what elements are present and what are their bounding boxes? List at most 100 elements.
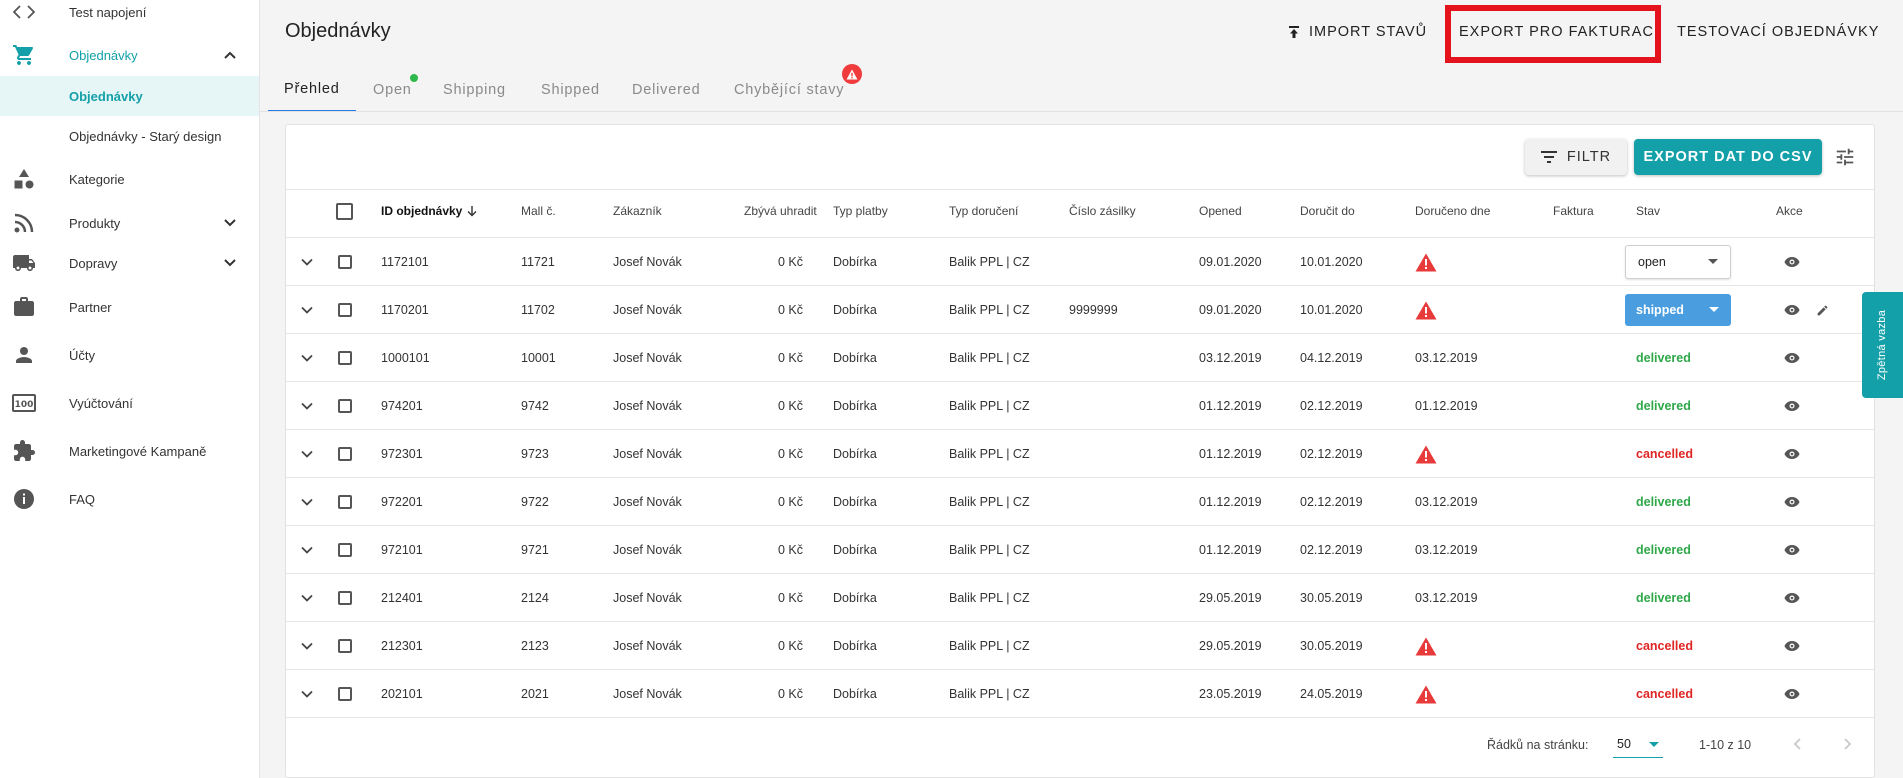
expand-chevron-icon[interactable] xyxy=(300,526,314,574)
col-header-remaining[interactable]: Zbývá uhradit xyxy=(744,204,817,218)
sidebar-item-campaigns[interactable]: Marketingové Kampaně xyxy=(0,431,259,471)
row-checkbox[interactable] xyxy=(338,255,352,269)
tab-missing-states[interactable]: Chybějící stavy xyxy=(718,68,860,112)
rows-per-page-select[interactable]: 50 xyxy=(1613,730,1663,758)
state-select[interactable]: shipped xyxy=(1625,294,1731,326)
expand-chevron-icon[interactable] xyxy=(300,238,314,286)
delivery-type: Balik PPL | CZ xyxy=(949,303,1030,317)
expand-chevron-icon[interactable] xyxy=(300,286,314,334)
payment-type: Dobírka xyxy=(833,495,877,509)
col-header-order-id[interactable]: ID objednávky xyxy=(381,204,478,218)
row-checkbox[interactable] xyxy=(338,351,352,365)
row-checkbox[interactable] xyxy=(338,591,352,605)
view-eye-icon[interactable] xyxy=(1784,238,1800,286)
order-id[interactable]: 1170201 xyxy=(381,286,429,334)
tab-shipping[interactable]: Shipping xyxy=(427,68,522,112)
sidebar-item-partner[interactable]: Partner xyxy=(0,287,259,327)
row-checkbox[interactable] xyxy=(338,495,352,509)
order-id[interactable]: 1000101 xyxy=(381,334,430,382)
sidebar-item-accounts[interactable]: Účty xyxy=(0,335,259,375)
tune-settings-icon[interactable] xyxy=(1834,146,1856,168)
test-orders-button[interactable]: TESTOVACÍ OBJEDNÁVKY xyxy=(1677,20,1879,44)
expand-chevron-icon[interactable] xyxy=(300,622,314,670)
sidebar-item-billing[interactable]: 100 Vyúčtování xyxy=(0,383,259,423)
mall-number: 9723 xyxy=(521,447,549,461)
col-header-customer[interactable]: Zákazník xyxy=(613,204,662,218)
sidebar-item-products[interactable]: Produkty xyxy=(0,203,259,243)
export-csv-button[interactable]: EXPORT DAT DO CSV xyxy=(1634,139,1822,175)
sidebar: Test napojení Objednávky Objednávky Obje… xyxy=(0,0,260,778)
col-header-mall[interactable]: Mall č. xyxy=(521,204,556,218)
expand-chevron-icon[interactable] xyxy=(300,430,314,478)
order-id[interactable]: 202101 xyxy=(381,670,423,718)
view-eye-icon[interactable] xyxy=(1784,334,1800,382)
row-checkbox[interactable] xyxy=(338,447,352,461)
view-eye-icon[interactable] xyxy=(1784,478,1800,526)
sidebar-item-faq[interactable]: FAQ xyxy=(0,479,259,519)
sidebar-subitem-orders-old-design[interactable]: Objednávky - Starý design xyxy=(0,116,259,156)
col-header-tracking[interactable]: Číslo zásilky xyxy=(1069,204,1136,218)
delivered-date: 03.12.2019 xyxy=(1415,591,1478,605)
expand-chevron-icon[interactable] xyxy=(300,670,314,718)
view-eye-icon[interactable] xyxy=(1784,574,1800,622)
order-id[interactable]: 212301 xyxy=(381,622,423,670)
feedback-tab[interactable]: Zpětná vazba xyxy=(1862,292,1903,398)
tab-shipped[interactable]: Shipped xyxy=(525,68,616,112)
view-eye-icon[interactable] xyxy=(1784,622,1800,670)
sidebar-item-categories[interactable]: Kategorie xyxy=(0,159,259,199)
expand-chevron-icon[interactable] xyxy=(300,478,314,526)
sidebar-item-label: Kategorie xyxy=(69,171,125,187)
prev-page-icon[interactable] xyxy=(1790,736,1806,752)
col-header-state[interactable]: Stav xyxy=(1636,204,1660,218)
order-id[interactable]: 212401 xyxy=(381,574,423,622)
row-checkbox[interactable] xyxy=(338,303,352,317)
view-eye-icon[interactable] xyxy=(1784,526,1800,574)
tab-overview[interactable]: Přehled xyxy=(268,68,356,112)
view-eye-icon[interactable] xyxy=(1784,670,1800,718)
state-select[interactable]: open xyxy=(1625,245,1731,279)
col-header-payment[interactable]: Typ platby xyxy=(833,204,888,218)
sidebar-item-orders[interactable]: Objednávky xyxy=(0,35,259,75)
order-id[interactable]: 1172101 xyxy=(381,238,429,286)
row-checkbox[interactable] xyxy=(338,687,352,701)
sidebar-item-test-connection[interactable]: Test napojení xyxy=(0,0,259,32)
edit-pencil-icon[interactable] xyxy=(1816,286,1829,334)
state-label: delivered xyxy=(1636,495,1691,509)
order-id[interactable]: 972301 xyxy=(381,430,423,478)
chevron-down-icon[interactable] xyxy=(221,254,239,272)
customer-name: Josef Novák xyxy=(613,687,682,701)
select-all-checkbox[interactable] xyxy=(336,203,353,220)
payment-type: Dobírka xyxy=(833,255,877,269)
arrow-down-icon xyxy=(466,205,478,217)
sidebar-item-shipping[interactable]: Dopravy xyxy=(0,243,259,283)
chevron-down-icon[interactable] xyxy=(221,214,239,232)
order-id[interactable]: 974201 xyxy=(381,382,423,430)
row-checkbox[interactable] xyxy=(338,543,352,557)
col-header-opened[interactable]: Opened xyxy=(1199,204,1242,218)
table-row: 972301 9723 Josef Novák 0 Kč Dobírka Balik PP… xyxy=(286,430,1874,478)
expand-chevron-icon[interactable] xyxy=(300,382,314,430)
col-header-invoice[interactable]: Faktura xyxy=(1553,204,1594,218)
row-checkbox[interactable] xyxy=(338,639,352,653)
order-id[interactable]: 972101 xyxy=(381,526,423,574)
row-checkbox[interactable] xyxy=(338,399,352,413)
view-eye-icon[interactable] xyxy=(1784,382,1800,430)
order-id[interactable]: 972201 xyxy=(381,478,423,526)
sidebar-subitem-orders[interactable]: Objednávky xyxy=(0,76,259,116)
next-page-icon[interactable] xyxy=(1839,736,1855,752)
expand-chevron-icon[interactable] xyxy=(300,574,314,622)
col-header-delivery[interactable]: Typ doručení xyxy=(949,204,1018,218)
import-states-button[interactable]: IMPORT STAVŮ xyxy=(1287,20,1427,44)
opened-date: 29.05.2019 xyxy=(1199,591,1262,605)
tab-delivered[interactable]: Delivered xyxy=(616,68,716,112)
col-header-delivered-on[interactable]: Doručeno dne xyxy=(1415,204,1490,218)
mall-number: 9742 xyxy=(521,399,549,413)
expand-chevron-icon[interactable] xyxy=(300,334,314,382)
chevron-up-icon[interactable] xyxy=(221,46,239,64)
payment-type: Dobírka xyxy=(833,447,877,461)
mall-number: 10001 xyxy=(521,351,556,365)
view-eye-icon[interactable] xyxy=(1784,430,1800,478)
filter-button[interactable]: FILTR xyxy=(1525,139,1627,175)
col-header-due[interactable]: Doručit do xyxy=(1300,204,1355,218)
view-eye-icon[interactable] xyxy=(1784,286,1800,334)
